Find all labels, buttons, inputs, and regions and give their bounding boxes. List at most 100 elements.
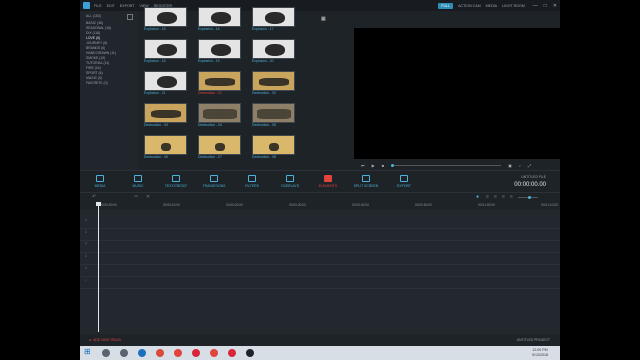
menu-export[interactable]: EXPORT (120, 4, 135, 8)
element-tile[interactable]: Explosion - 18 (144, 39, 187, 64)
mode-action-cam[interactable]: ACTION CAM (458, 4, 481, 8)
element-tile[interactable]: Explosion - 15 (144, 7, 187, 32)
tab-split-screen[interactable]: SPLIT SCREEN (348, 175, 384, 188)
status-bar: ADD NEW TRACK UNTITLED PROJECT (80, 334, 560, 346)
element-thumbnail[interactable] (198, 7, 241, 27)
element-tile[interactable]: Explosion - 21 (144, 71, 187, 96)
element-thumbnail[interactable] (144, 135, 187, 155)
element-thumbnail[interactable] (198, 71, 241, 91)
opera-2-icon[interactable] (228, 349, 236, 357)
search-icon[interactable] (102, 349, 110, 357)
mode-media[interactable]: MEDIA (486, 4, 497, 8)
sidebar-item-all[interactable]: ALL (153) (86, 14, 101, 20)
zoom-knob[interactable] (528, 196, 531, 199)
minimize-icon[interactable]: — (533, 3, 538, 9)
element-thumbnail[interactable] (144, 103, 187, 123)
element-tile[interactable]: Explosion - 17 (252, 7, 295, 32)
fullscreen-icon[interactable]: ⤢ (528, 163, 531, 168)
record-icon[interactable]: ● (476, 194, 479, 200)
element-tile[interactable]: Destruction - 07 (198, 135, 241, 160)
element-label: Explosion - 17 (252, 27, 274, 31)
element-thumbnail[interactable] (144, 7, 187, 27)
markers-icon[interactable]: ≡ (510, 194, 513, 200)
element-thumbnail[interactable] (198, 39, 241, 59)
zoom-slider[interactable] (518, 196, 538, 199)
element-tile[interactable]: Destruction - 04 (198, 103, 241, 128)
element-thumbnail[interactable] (252, 71, 295, 91)
element-thumbnail[interactable] (144, 39, 187, 59)
element-tile[interactable]: Destruction - 01 (198, 71, 241, 96)
element-thumbnail[interactable] (198, 135, 241, 155)
timecode-value: 00:00:00.00 (514, 182, 546, 188)
snapshot-icon[interactable]: ▣ (508, 163, 512, 168)
element-tile[interactable]: Destruction - 06 (144, 135, 187, 160)
tab-media[interactable]: MEDIA (82, 175, 118, 188)
volume-icon[interactable]: ♪ (519, 163, 521, 168)
stop-icon[interactable]: ■ (382, 163, 384, 168)
sidebar-item[interactable]: FAVORITE (0) (80, 81, 138, 86)
tab-transitions[interactable]: TRANSITIONS (196, 175, 232, 188)
element-thumbnail[interactable] (252, 39, 295, 59)
detach-audio-icon[interactable]: ≡ (502, 194, 505, 200)
scrubber-knob[interactable] (391, 164, 395, 167)
filmora-icon[interactable] (246, 349, 254, 357)
element-tile[interactable]: Explosion - 16 (198, 7, 241, 32)
element-tile[interactable]: Destruction - 08 (252, 135, 295, 160)
mode-light-room[interactable]: LIGHT ROOM (502, 4, 525, 8)
element-tile[interactable]: Destruction - 03 (144, 103, 187, 128)
playhead[interactable] (96, 202, 101, 332)
app-icon[interactable] (210, 349, 218, 357)
delete-icon[interactable]: ✕ (146, 194, 150, 200)
preview-panel: ⏮ ▶ ■ ▣ ♪ ⤢ (354, 11, 560, 170)
element-thumbnail[interactable] (144, 71, 187, 91)
view-toggle-icon[interactable]: ▦ (321, 16, 326, 22)
voiceover-icon[interactable]: ≡ (486, 194, 489, 200)
element-label: Destruction - 02 (252, 91, 276, 95)
preview-screen (354, 28, 560, 159)
task-view-icon[interactable] (120, 349, 128, 357)
tab-music[interactable]: MUSIC (120, 175, 156, 188)
timecode-label: UNTITLED FILE (521, 175, 546, 179)
tab-label: TRANSITIONS (202, 184, 226, 188)
menu-edit[interactable]: EDIT (107, 4, 115, 8)
track-header-icon[interactable]: ♪ (80, 272, 98, 288)
element-tile[interactable]: Explosion - 20 (252, 39, 295, 64)
mode-full[interactable]: FULL (438, 2, 454, 9)
element-thumbnail[interactable] (198, 103, 241, 123)
playback-scrubber[interactable] (391, 164, 502, 167)
grid-icon[interactable] (127, 14, 133, 20)
tab-export[interactable]: EXPORT (386, 175, 422, 188)
menu-file[interactable]: FILE (94, 4, 102, 8)
element-label: Explosion - 19 (198, 59, 220, 63)
element-thumbnail[interactable] (252, 103, 295, 123)
tab-icon (210, 175, 218, 182)
audio-mixer-icon[interactable]: ≡ (494, 194, 497, 200)
element-thumbnail[interactable] (252, 135, 295, 155)
timeline-track[interactable]: ♪ (80, 272, 560, 289)
close-icon[interactable]: ✕ (553, 3, 557, 9)
ruler-tick-label: 00:01:10:00 (541, 203, 558, 207)
edge-icon[interactable] (138, 349, 146, 357)
element-tile[interactable]: Explosion - 19 (198, 39, 241, 64)
undo-icon[interactable]: ↶ (92, 194, 96, 200)
taskbar-clock[interactable]: 12:00 PM 9/13/2018 (532, 348, 548, 357)
chrome-icon[interactable] (156, 349, 164, 357)
rewind-icon[interactable]: ⏮ (361, 163, 365, 168)
tab-overlays[interactable]: OVERLAYS (272, 175, 308, 188)
sidebar-header: ALL (153) (80, 11, 138, 21)
element-thumbnail[interactable] (252, 7, 295, 27)
start-icon[interactable]: ⊞ (84, 348, 92, 356)
play-icon[interactable]: ▶ (372, 163, 375, 168)
tab-elements[interactable]: ELEMENTS (310, 175, 346, 188)
element-tile[interactable]: Destruction - 02 (252, 71, 295, 96)
maximize-icon[interactable]: □ (544, 3, 547, 9)
element-label: Explosion - 15 (144, 27, 166, 31)
element-tile[interactable]: Destruction - 05 (252, 103, 295, 128)
media-icon[interactable] (174, 349, 182, 357)
tab-text-credit[interactable]: TEXT/CREDIT (158, 175, 194, 188)
add-track-button[interactable]: ADD NEW TRACK (89, 338, 121, 342)
cut-icon[interactable]: ✂ (134, 194, 138, 200)
time-ruler[interactable]: 00:00:00:00 00:00:10:00 00:00:20:00 00:00:3… (80, 202, 560, 210)
opera-icon[interactable] (192, 349, 200, 357)
tab-filters[interactable]: FILTERS (234, 175, 270, 188)
